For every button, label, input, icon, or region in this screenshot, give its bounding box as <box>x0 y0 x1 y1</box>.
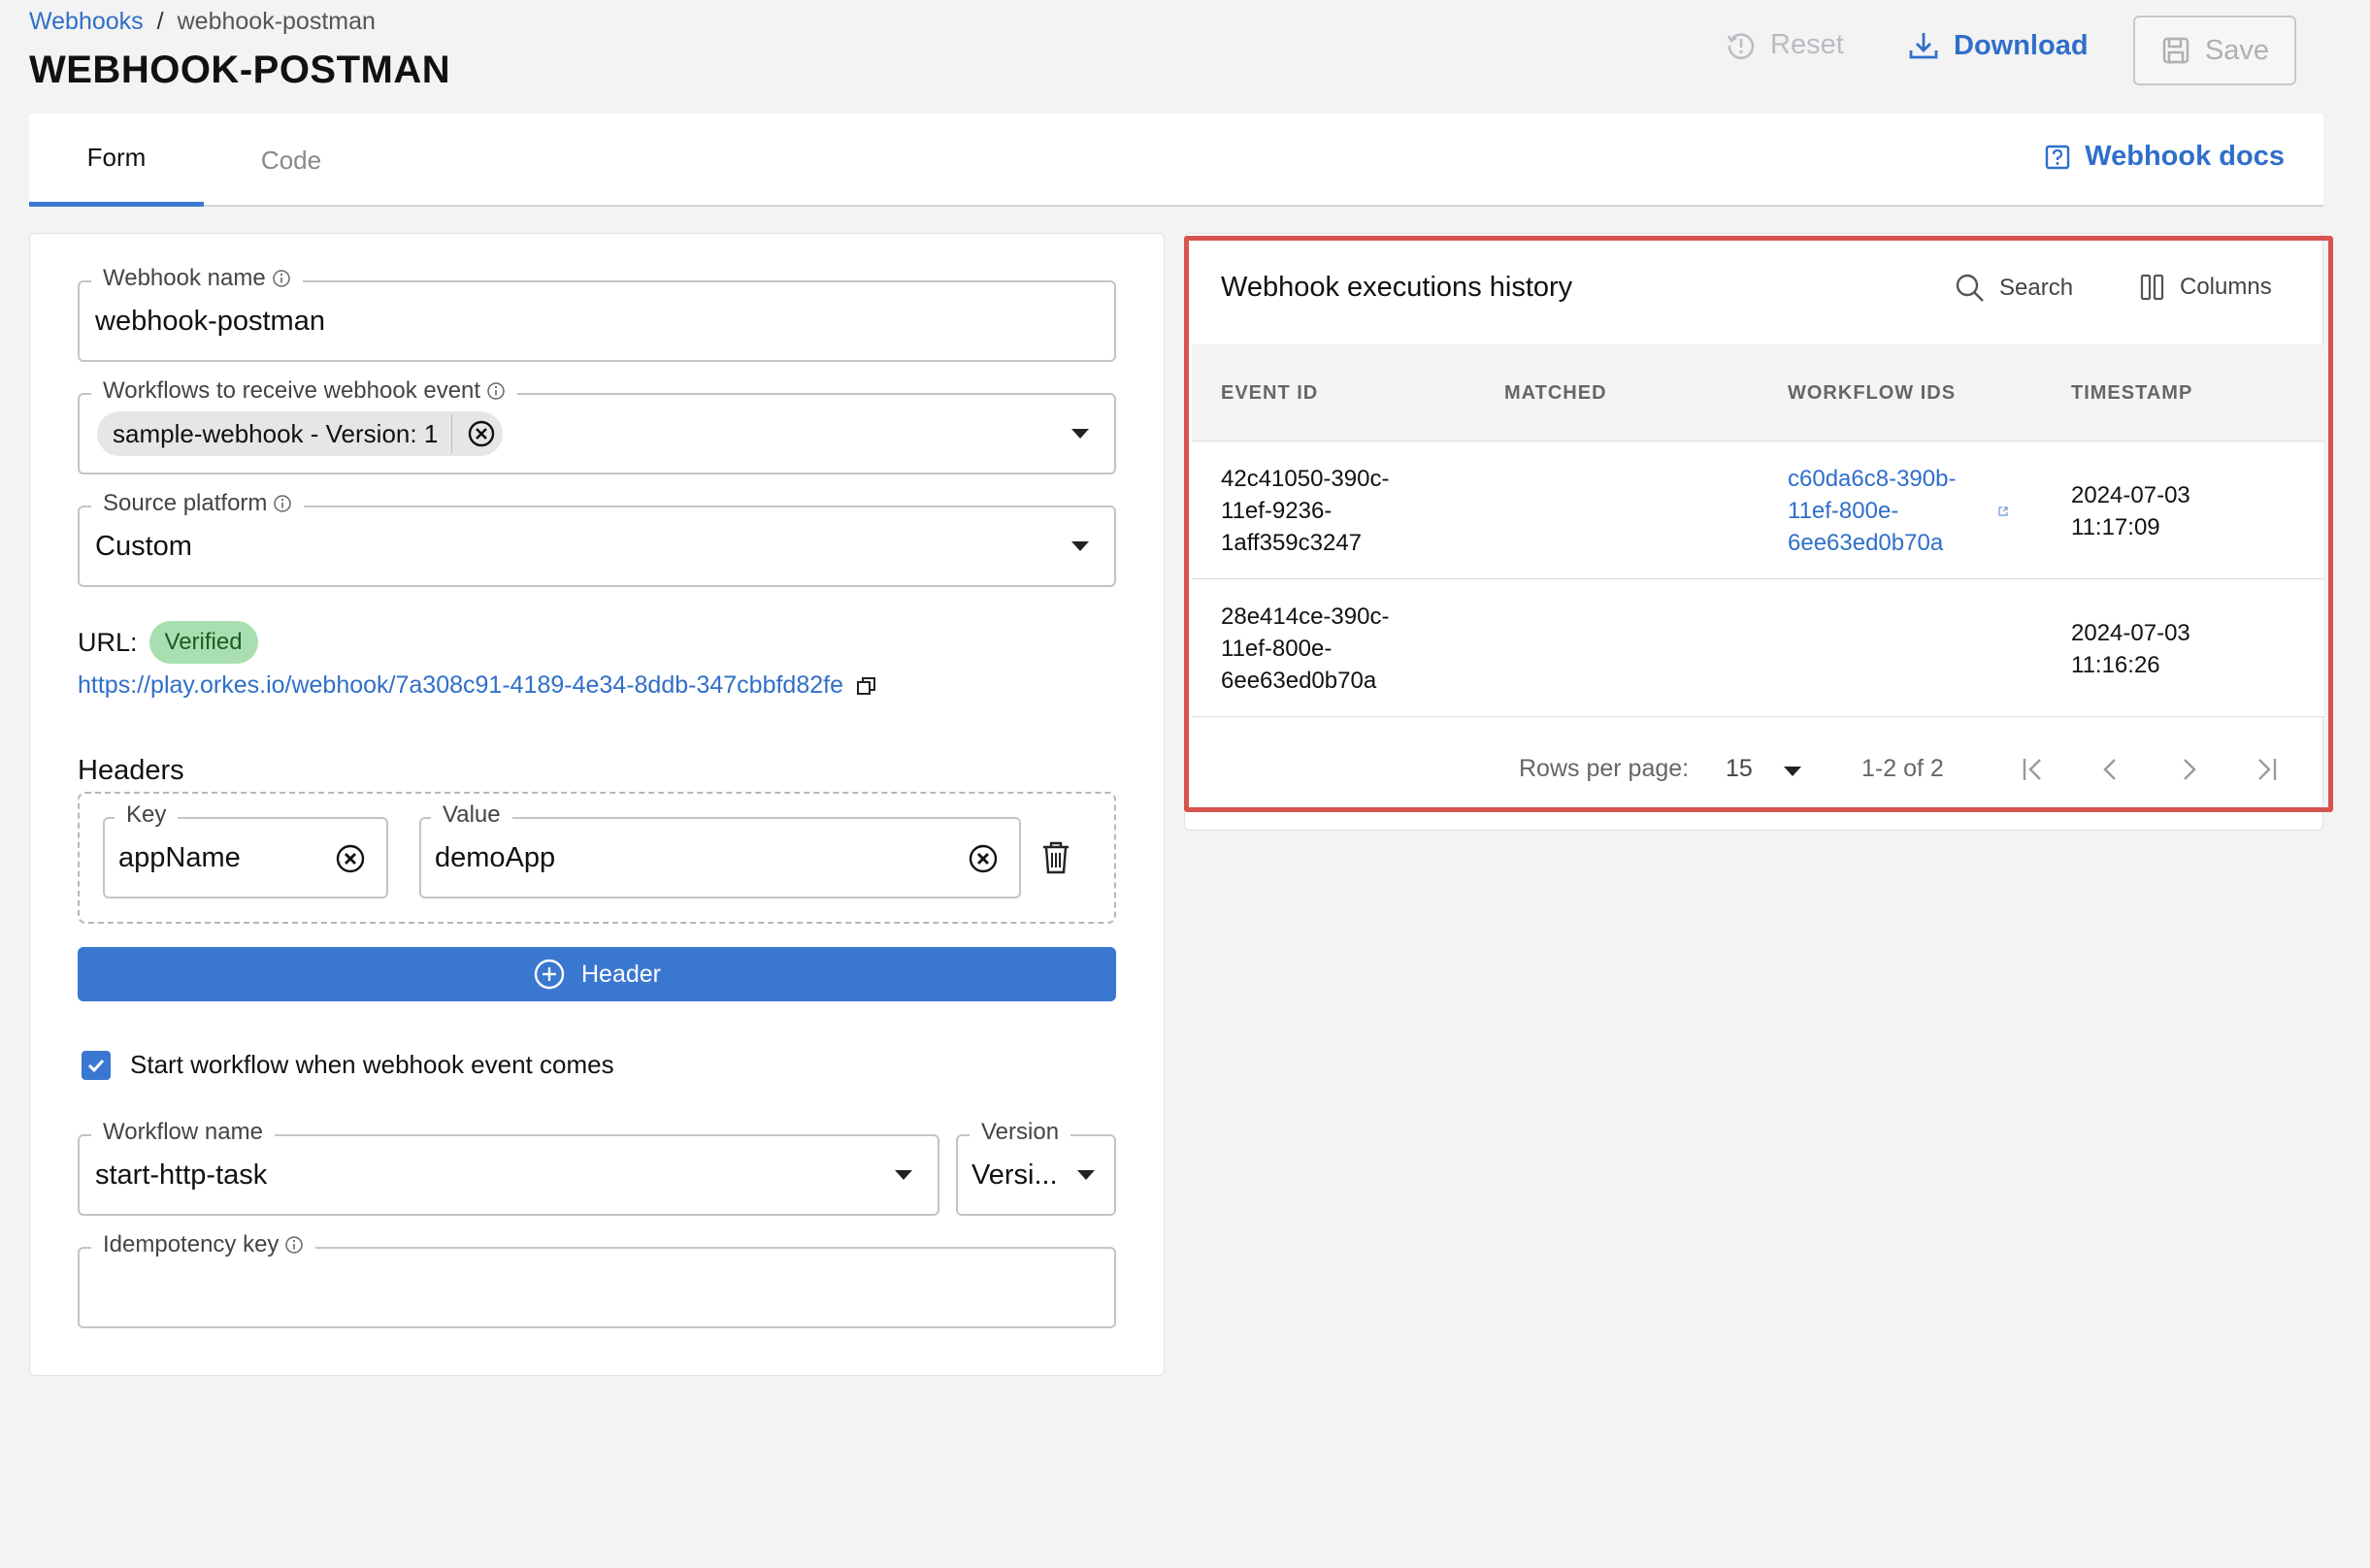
chevron-down-icon[interactable] <box>1077 1170 1095 1180</box>
workflow-chip-label: sample-webhook - Version: 1 <box>113 418 439 448</box>
download-label: Download <box>1954 29 2089 61</box>
download-icon <box>1907 29 1940 62</box>
webhook-url-link[interactable]: https://play.orkes.io/webhook/7a308c91-4… <box>78 671 843 700</box>
tab-code[interactable]: Code <box>204 114 379 207</box>
docs-icon <box>2044 144 2071 171</box>
breadcrumb-current: webhook-postman <box>177 8 376 35</box>
tab-bar: Form Code Webhook docs <box>29 114 2323 207</box>
version-value: Versi... <box>971 1159 1058 1191</box>
url-row: URL: Verified <box>78 621 258 664</box>
verified-badge: Verified <box>148 621 258 664</box>
info-icon <box>273 494 292 513</box>
page-title: WEBHOOK-POSTMAN <box>29 49 451 91</box>
source-platform-select[interactable]: Source platform Custom <box>78 490 1116 587</box>
save-icon <box>2160 35 2191 66</box>
reset-icon <box>1726 30 1757 61</box>
chevron-down-icon[interactable] <box>895 1170 912 1180</box>
breadcrumb: Webhooks / webhook-postman <box>29 8 376 36</box>
idempotency-key-field[interactable]: Idempotency key <box>78 1231 1116 1328</box>
start-workflow-option: Start workflow when webhook event comes <box>82 1050 614 1080</box>
clear-key-icon[interactable] <box>334 842 367 875</box>
add-circle-icon <box>533 958 566 991</box>
workflows-value: sample-webhook - Version: 1 <box>97 395 504 473</box>
workflows-select[interactable]: Workflows to receive webhook event sampl… <box>78 377 1116 474</box>
chip-divider <box>451 414 453 453</box>
tab-form[interactable]: Form <box>29 114 204 207</box>
reset-button[interactable]: Reset <box>1726 29 1844 61</box>
add-header-button[interactable]: Header <box>78 947 1116 1001</box>
delete-header-icon[interactable] <box>1040 840 1071 875</box>
source-platform-value: Custom <box>95 530 192 562</box>
header-value-field[interactable]: Value demoApp <box>419 801 1021 898</box>
header-key-field[interactable]: Key appName <box>103 801 388 898</box>
start-workflow-label: Start workflow when webhook event comes <box>130 1050 614 1079</box>
info-icon <box>284 1235 304 1255</box>
webhook-docs-link[interactable]: Webhook docs <box>2044 141 2285 173</box>
url-label: URL: <box>78 627 138 657</box>
workflow-name-select[interactable]: Workflow name start-http-task <box>78 1119 939 1216</box>
header-value-input[interactable]: demoApp <box>435 819 555 897</box>
webhook-url: https://play.orkes.io/webhook/7a308c91-4… <box>78 671 878 700</box>
headers-title: Headers <box>78 755 184 786</box>
header-key-input[interactable]: appName <box>118 819 241 897</box>
workflow-chip[interactable]: sample-webhook - Version: 1 <box>97 411 504 456</box>
webhook-name-field[interactable]: Webhook name webhook-postman <box>78 265 1116 362</box>
breadcrumb-separator: / <box>156 8 164 35</box>
clear-value-icon[interactable] <box>967 842 1000 875</box>
workflow-name-value: start-http-task <box>95 1159 268 1191</box>
download-button[interactable]: Download <box>1907 29 2089 62</box>
idempotency-key-label-text: Idempotency key <box>103 1231 280 1258</box>
start-workflow-checkbox[interactable] <box>82 1050 111 1080</box>
webhook-name-input[interactable]: webhook-postman <box>95 282 325 360</box>
chevron-down-icon[interactable] <box>1071 429 1089 439</box>
breadcrumb-webhooks-link[interactable]: Webhooks <box>29 8 144 35</box>
reset-label: Reset <box>1770 29 1844 60</box>
copy-icon[interactable] <box>855 674 878 698</box>
idempotency-key-label: Idempotency key <box>91 1231 316 1258</box>
webhook-docs-label: Webhook docs <box>2085 141 2285 172</box>
save-label: Save <box>2204 34 2270 66</box>
save-button[interactable]: Save <box>2133 16 2296 85</box>
chevron-down-icon[interactable] <box>1071 541 1089 551</box>
add-header-label: Header <box>581 960 661 988</box>
highlight-frame <box>1184 236 2333 812</box>
version-select[interactable]: Version Versi... <box>956 1119 1116 1216</box>
chip-remove-icon[interactable] <box>466 418 497 449</box>
